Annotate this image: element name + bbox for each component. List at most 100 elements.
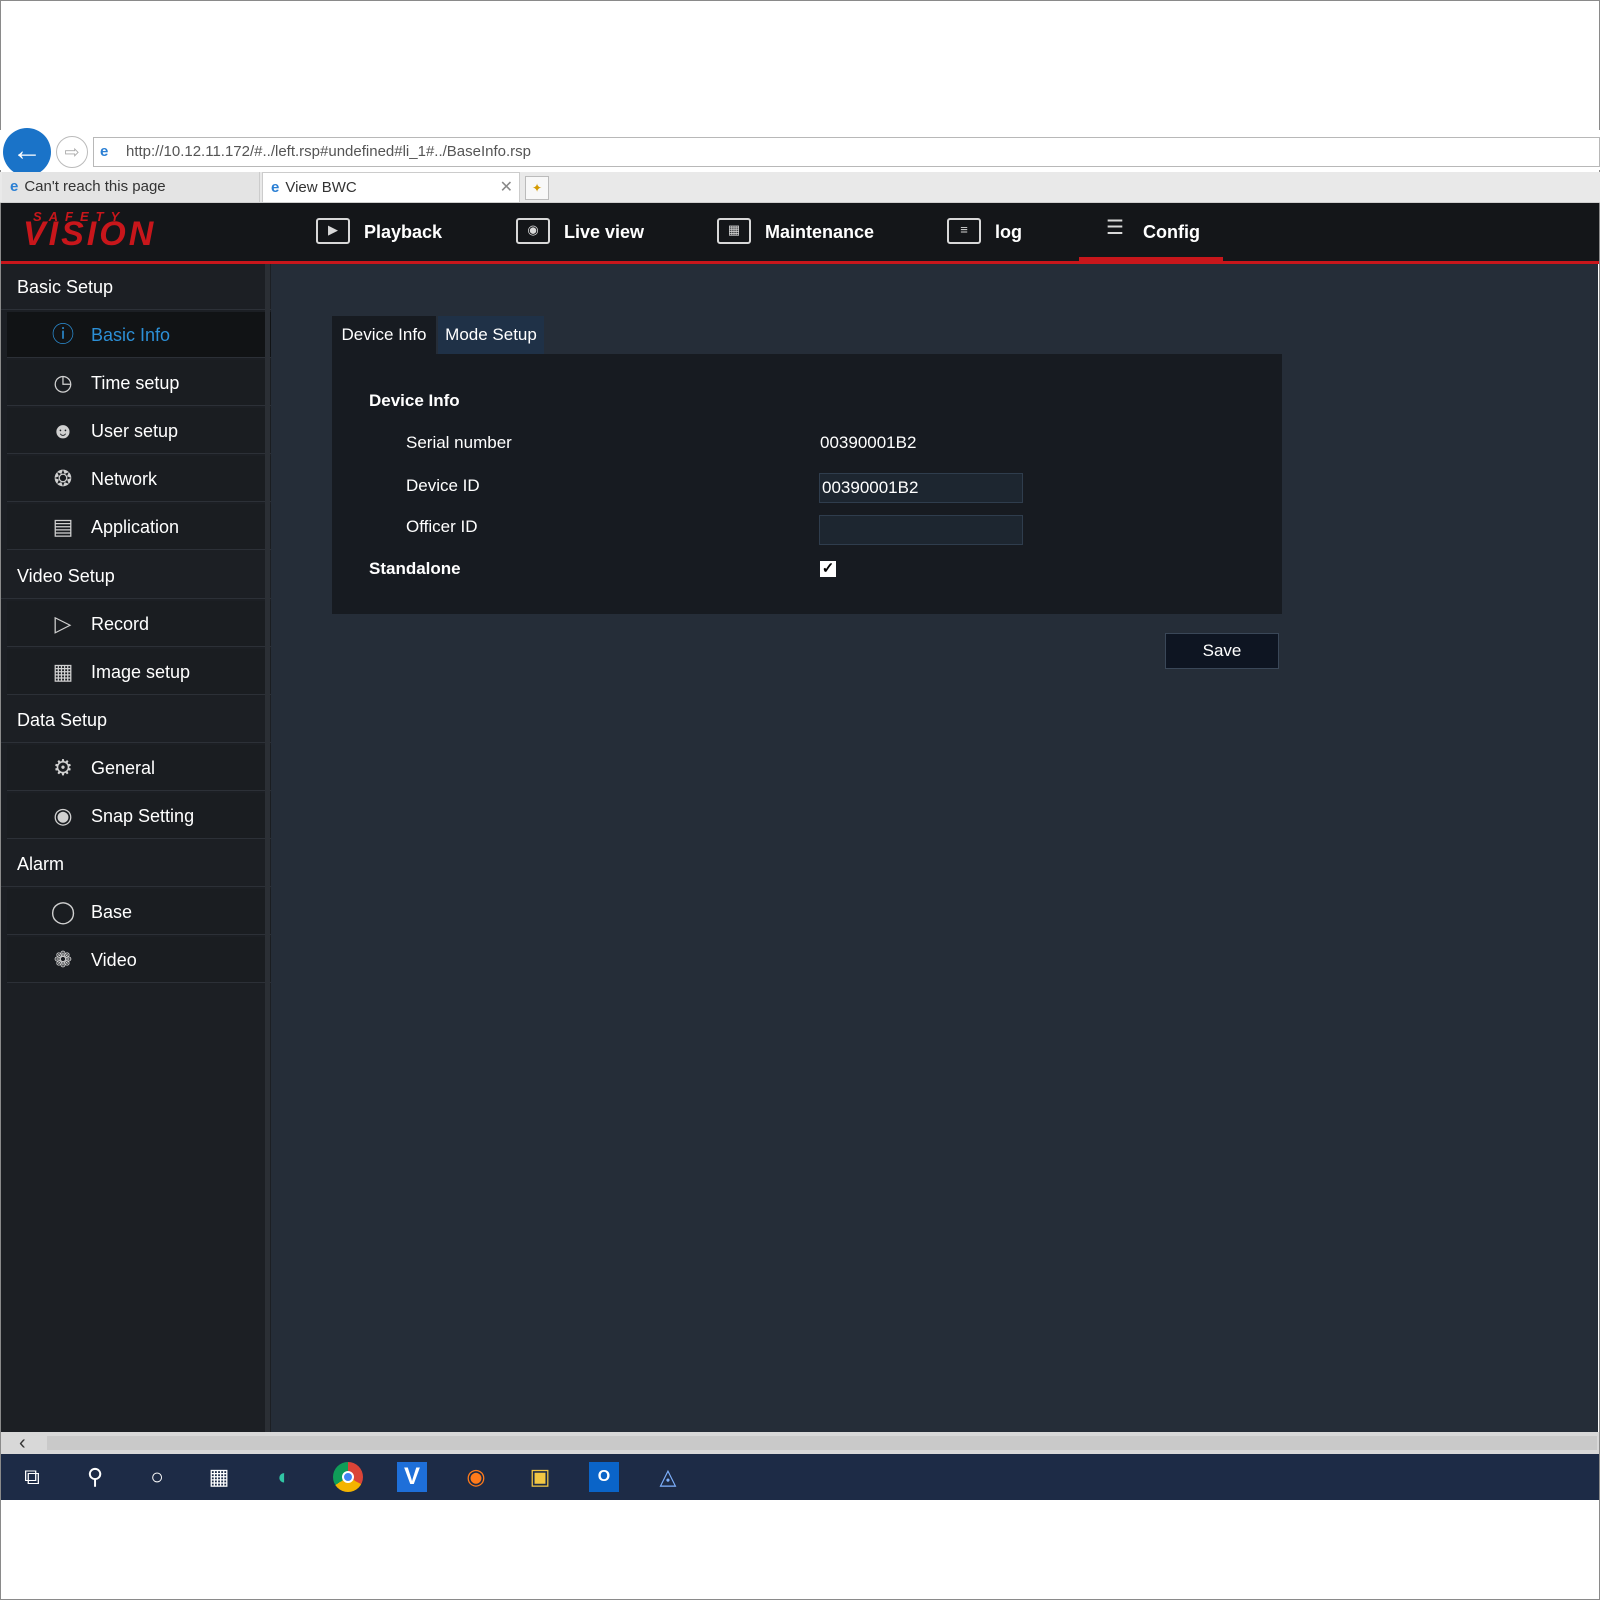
nav-label: log [995, 222, 1022, 242]
ie-icon: e [100, 143, 109, 160]
section-title: Data Setup [17, 710, 108, 730]
sidebar-item-snap-setting[interactable]: ◉ Snap Setting [7, 793, 271, 839]
film-reel-icon: ❁ [53, 947, 73, 972]
sidebar-item-label: Snap Setting [91, 806, 195, 826]
officer-id-input[interactable] [819, 515, 1023, 545]
windows-taskbar: ⧉ ⚲ ○ ▦ ◐ V ◉ ▣ O ◬ [1, 1454, 1599, 1500]
arrow-left-icon: ← [12, 134, 42, 167]
sidebar-item-label: Application [91, 517, 180, 537]
section-title: Alarm [17, 854, 65, 874]
sidebar-item-network[interactable]: ❂ Network [7, 456, 271, 502]
serial-number-label: Serial number [406, 433, 512, 452]
application-icon: ▤ [52, 514, 74, 539]
sidebar-item-label: Base [91, 902, 133, 922]
outlook-icon[interactable]: O [589, 1462, 619, 1492]
file-explorer-icon[interactable]: ▣ [525, 1462, 555, 1492]
sidebar-scrollbar[interactable] [265, 264, 270, 1432]
scroll-left-arrow-icon[interactable]: ‹ [19, 1432, 26, 1454]
standalone-label: Standalone [369, 559, 461, 578]
nav-playback[interactable]: ▶ Playback [316, 203, 442, 261]
sidebar-item-general[interactable]: ⚙ General [7, 745, 271, 791]
device-id-label: Device ID [406, 476, 480, 495]
new-tab-button[interactable]: ✦ [525, 176, 549, 200]
sidebar-item-label: Image setup [91, 662, 191, 682]
serial-number-value: 00390001B2 [820, 433, 917, 452]
sidebar-item-label: Video [91, 950, 137, 970]
nav-label: Config [1143, 222, 1200, 242]
nav-label: Playback [364, 222, 443, 242]
sidebar-item-label: User setup [91, 421, 179, 441]
section-title: Video Setup [17, 566, 115, 586]
sidebar-section-video-setup[interactable]: Video Setup [1, 553, 271, 599]
windows-start-icon[interactable]: ⧉ [17, 1462, 47, 1492]
cortana-circle-icon[interactable]: ○ [142, 1462, 172, 1492]
sidebar-item-base[interactable]: ◯ Base [7, 889, 271, 935]
list-icon: ≡ [947, 218, 981, 245]
tab-device-info[interactable]: Device Info [332, 316, 436, 354]
url-text: http://10.12.11.172/#../left.rsp#undefin… [126, 143, 532, 160]
close-icon[interactable]: ✕ [500, 173, 513, 203]
nav-log[interactable]: ≡ log [947, 203, 1022, 261]
nav-live-view[interactable]: ◉ Live view [516, 203, 644, 261]
new-tab-icon: ✦ [531, 181, 543, 195]
forward-button[interactable]: ⇨ [56, 136, 88, 168]
sidebar-section-alarm[interactable]: Alarm [1, 841, 271, 887]
url-input[interactable]: e http://10.12.11.172/#../left.rsp#undefi… [93, 137, 1600, 167]
gear-icon: ⚙ [53, 755, 73, 780]
sidebar-item-label: Network [91, 469, 158, 489]
sidebar-item-user-setup[interactable]: ☻ User setup [7, 408, 271, 454]
chrome-browser-icon[interactable] [333, 1462, 363, 1492]
panel-icon: ▦ [717, 218, 751, 245]
tab-mode-setup[interactable]: Mode Setup [438, 316, 544, 354]
browser-tab-strip: e Can't reach this page e View BWC ✕ ✦ [0, 172, 1600, 203]
sidebar: Basic Setup ⓘ Basic Info ◷ Time setup ☻ … [1, 264, 271, 1432]
monitor-eye-icon: ◉ [516, 218, 550, 245]
record-play-icon: ▷ [54, 611, 72, 636]
network-globe-icon: ❂ [53, 466, 73, 491]
sidebar-item-video[interactable]: ❁ Video [7, 937, 271, 983]
save-button[interactable]: Save [1165, 633, 1279, 669]
scrollbar-thumb[interactable] [47, 1436, 1597, 1450]
sidebar-item-time-setup[interactable]: ◷ Time setup [7, 360, 271, 406]
sidebar-item-application[interactable]: ▤ Application [7, 504, 271, 550]
browser-tab-cant-reach[interactable]: e Can't reach this page [2, 172, 260, 202]
officer-id-label: Officer ID [406, 517, 478, 536]
camera-icon: ◉ [53, 803, 73, 828]
tab-label: View BWC [285, 179, 357, 196]
firefox-icon[interactable]: ◉ [461, 1462, 491, 1492]
info-icon: ⓘ [51, 322, 74, 347]
remote-desktop-icon[interactable]: ◬ [653, 1462, 683, 1492]
nav-config[interactable]: ☰ Config [1079, 203, 1223, 261]
clock-icon: ◷ [53, 370, 73, 395]
circle-icon: ◯ [50, 899, 76, 924]
sidebar-item-record[interactable]: ▷ Record [7, 601, 271, 647]
nav-label: Live view [564, 222, 645, 242]
logo-top-text: SAFETY [33, 209, 127, 224]
v-app-icon[interactable]: V [397, 1462, 427, 1492]
user-icon: ☻ [51, 418, 75, 443]
sidebar-section-basic-setup[interactable]: Basic Setup [1, 264, 271, 310]
horizontal-scrollbar[interactable]: ‹ [1, 1432, 1599, 1454]
task-view-icon[interactable]: ▦ [204, 1462, 234, 1492]
tab-label: Can't reach this page [24, 178, 166, 195]
ie-icon: e [10, 178, 19, 195]
browser-tab-view-bwc[interactable]: e View BWC ✕ [262, 172, 520, 202]
image-settings-icon: ▦ [52, 659, 74, 684]
sidebar-item-label: Basic Info [91, 325, 171, 345]
safety-vision-logo: SAFETY VISION [23, 209, 156, 254]
sidebar-item-image-setup[interactable]: ▦ Image setup [7, 649, 271, 695]
back-button[interactable]: ← [3, 128, 51, 176]
edge-browser-icon[interactable]: ◐ [269, 1462, 299, 1492]
arrow-right-icon: ⇨ [64, 142, 80, 162]
sliders-icon: ☰ [1106, 217, 1124, 240]
sidebar-item-label: General [91, 758, 156, 778]
standalone-checkbox[interactable]: ✓ [820, 561, 836, 577]
sidebar-section-data-setup[interactable]: Data Setup [1, 697, 271, 743]
search-icon[interactable]: ⚲ [80, 1462, 110, 1492]
device-id-input[interactable] [819, 473, 1023, 503]
sidebar-item-label: Time setup [91, 373, 180, 393]
ie-icon: e [271, 179, 280, 196]
nav-label: Maintenance [765, 222, 875, 242]
nav-maintenance[interactable]: ▦ Maintenance [717, 203, 874, 261]
sidebar-item-basic-info[interactable]: ⓘ Basic Info [7, 312, 271, 358]
